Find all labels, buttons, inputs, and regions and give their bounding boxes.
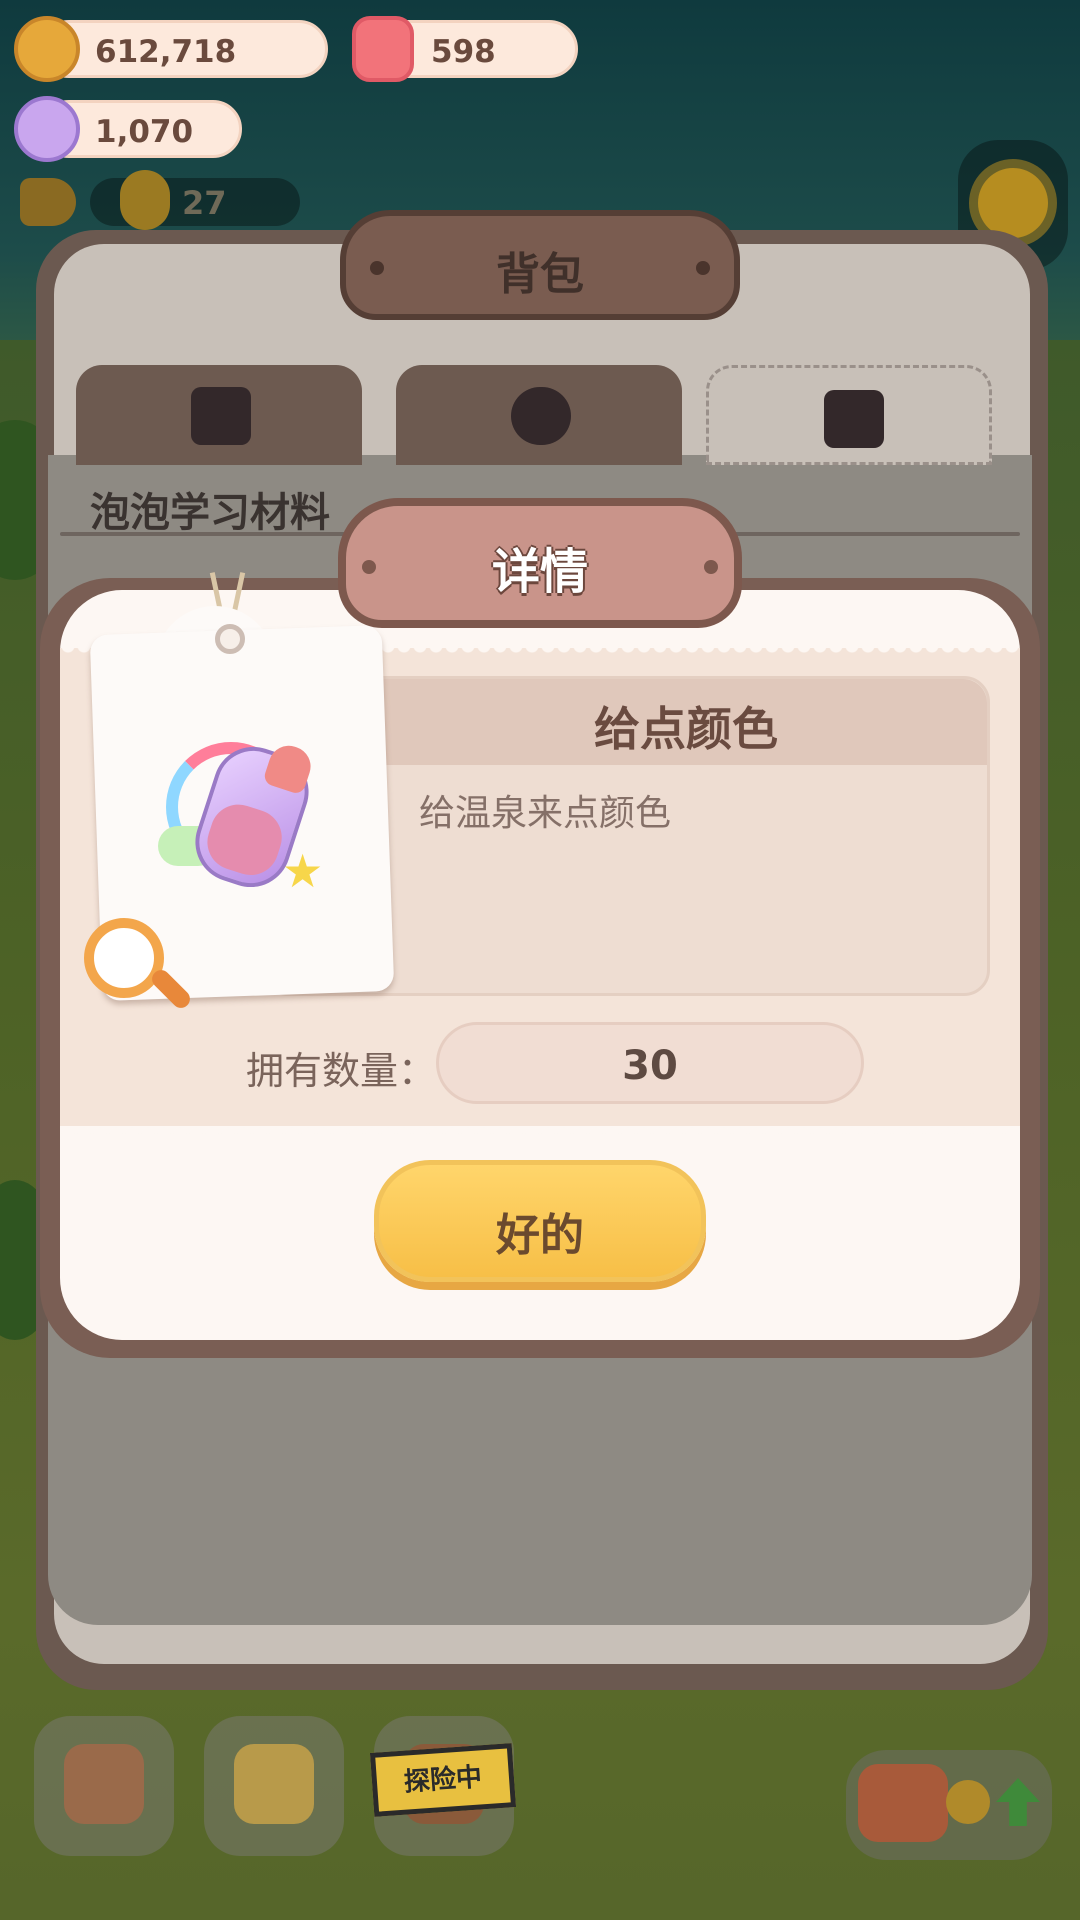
chef-icon bbox=[511, 387, 571, 445]
gem-value: 598 bbox=[431, 34, 496, 70]
cookie-coin-icon bbox=[946, 1780, 990, 1824]
box-icon bbox=[191, 387, 251, 445]
house-icon bbox=[64, 1744, 144, 1824]
helper-value: 27 bbox=[182, 184, 227, 222]
backpack-title: 背包 bbox=[496, 249, 584, 300]
ok-button-label: 好的 bbox=[496, 1210, 584, 1261]
gear-icon bbox=[978, 168, 1048, 238]
megaphone-icon[interactable] bbox=[20, 178, 76, 226]
dock-house-button[interactable] bbox=[34, 1716, 174, 1856]
item-name: 给点颜色 bbox=[594, 702, 778, 756]
tab-materials[interactable] bbox=[706, 365, 992, 465]
cookie-coin-icon bbox=[14, 16, 80, 82]
section-title: 泡泡学习材料 bbox=[90, 490, 330, 536]
coin-counter[interactable]: 612,718 bbox=[40, 20, 328, 78]
bottle-heart-icon bbox=[824, 390, 884, 448]
coin-value: 612,718 bbox=[95, 34, 237, 70]
backpack-title-plate: 背包 bbox=[340, 210, 740, 320]
journal-icon bbox=[234, 1744, 314, 1824]
details-title-plate: 详情 bbox=[338, 498, 742, 628]
ok-button[interactable]: 好的 bbox=[374, 1160, 706, 1282]
quantity-box: 30 bbox=[436, 1022, 864, 1104]
exploring-sign: 探险中 bbox=[369, 1743, 517, 1817]
bottle-liquid bbox=[200, 797, 290, 883]
tab-items[interactable] bbox=[76, 365, 362, 465]
tab-chef[interactable] bbox=[396, 365, 682, 465]
candy-value: 1,070 bbox=[95, 114, 194, 150]
quantity-label: 拥有数量： bbox=[246, 1049, 437, 1093]
quantity-value: 30 bbox=[622, 1043, 678, 1089]
details-title: 详情 bbox=[491, 544, 588, 600]
ad-reward-widget[interactable] bbox=[846, 1750, 1052, 1860]
candy-icon bbox=[14, 96, 80, 162]
item-description: 给温泉来点颜色 bbox=[419, 793, 672, 834]
chick-icon bbox=[120, 170, 170, 230]
star-icon: ★ bbox=[282, 844, 324, 898]
jelly-gem-icon bbox=[352, 16, 414, 82]
up-arrow-icon bbox=[996, 1778, 1040, 1826]
tag-hole bbox=[215, 624, 245, 654]
magnifier-icon[interactable] bbox=[84, 918, 164, 998]
tv-icon bbox=[858, 1764, 948, 1842]
dock-journal-button[interactable] bbox=[204, 1716, 344, 1856]
